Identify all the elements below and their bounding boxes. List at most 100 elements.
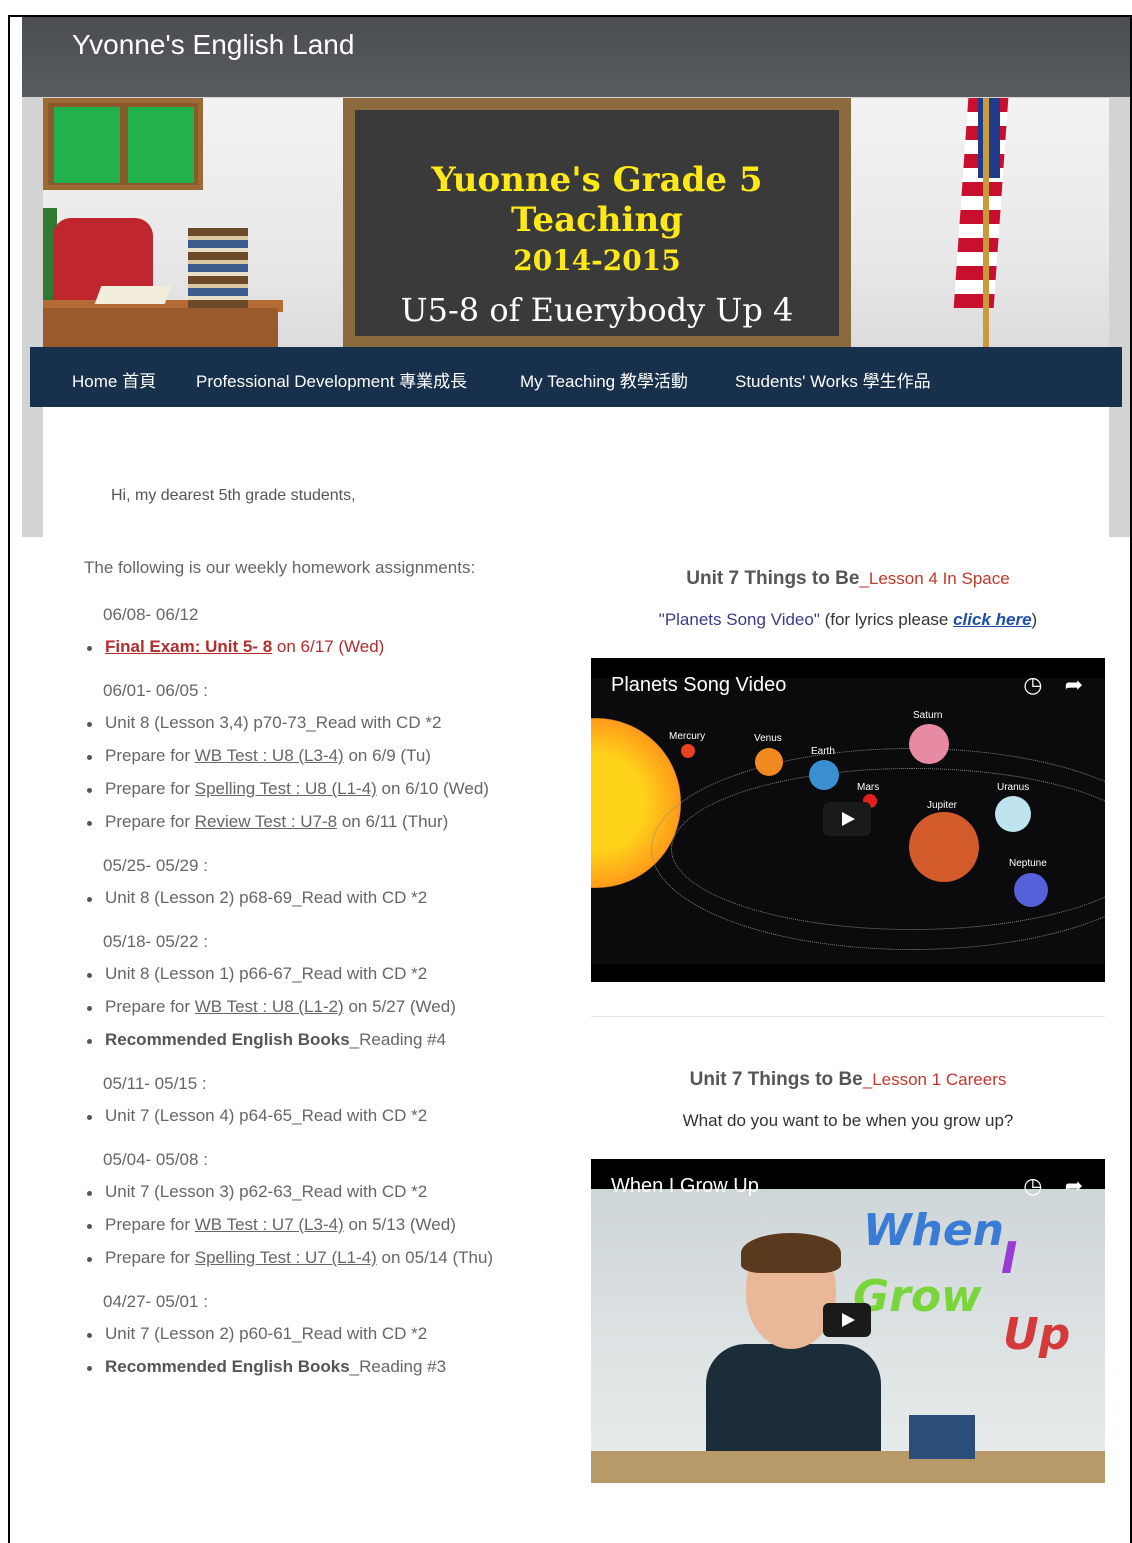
nav-students-works[interactable]: Students' Works 學生作品 [735,367,931,392]
video-word: I [1001,1233,1018,1284]
kid-hair [741,1233,841,1273]
nav-professional-development[interactable]: Professional Development 專業成長 [196,367,467,392]
planet-label: Earth [811,746,835,757]
planet-label: Venus [754,733,782,744]
window-pane [128,107,194,183]
week-date: 05/11- 05/15 : [103,1074,207,1093]
week-date: 06/08- 06/12 [103,605,199,624]
flag-pole [983,98,989,348]
banner-year: 2014-2015 [513,244,681,277]
banner-heading: Yuonne's Grade 5 Teaching [431,160,763,240]
week-date: 05/04- 05/08 : [103,1150,208,1169]
flag-canton [978,98,1000,178]
assignment-list: Unit 8 (Lesson 3,4) p70-73_Read with CD … [84,712,564,833]
table-illustration [591,1451,1105,1483]
assignment-prefix: Prepare for [105,779,195,798]
heading-unit: Unit 7 Things to Be [689,1069,863,1090]
video-title[interactable]: When I Grow Up [611,1175,759,1198]
planet-label: Saturn [913,710,943,721]
assignment-rest: _Reading #3 [349,1357,447,1376]
play-icon[interactable] [823,802,871,836]
assignment-due: on 6/9 (Tu) [343,746,431,765]
week-date: 06/01- 06/05 : [103,681,208,700]
list-item: Recommended English Books_Reading #3 [84,1356,564,1378]
week-block: 05/25- 05/29 : Unit 8 (Lesson 2) p68-69_… [84,855,564,909]
careers-question: What do you want to be when you grow up? [682,1111,1014,1130]
week-date: 04/27- 05/01 : [103,1292,208,1311]
assignment-due: on 6/10 (Wed) [376,779,489,798]
lesson4-heading: Unit 7 Things to Be_Lesson 4 In Space [591,568,1105,590]
share-icon[interactable]: ➦ [1065,672,1083,697]
lyrics-suffix: ) [1031,610,1038,629]
wb-test-link[interactable]: WB Test : U8 (L3-4) [195,746,344,765]
assignment-rest: _Reading #4 [349,1030,447,1049]
banner-subtitle: U5-8 of Euerybody Up 4 [400,291,794,329]
week-date: 05/25- 05/29 : [103,856,208,875]
assignment-list: Unit 7 (Lesson 3) p62-63_Read with CD *2… [84,1181,564,1269]
nav-my-teaching[interactable]: My Teaching 教學活動 [520,367,688,392]
assignment-due: on 05/14 (Thu) [376,1248,494,1267]
nav-home[interactable]: Home 首頁 [72,367,156,392]
list-item: Unit 7 (Lesson 2) p60-61_Read with CD *2 [84,1323,564,1345]
basket-illustration [909,1415,975,1459]
list-item: Prepare for Spelling Test : U7 (L1-4) on… [84,1247,564,1269]
final-exam-link[interactable]: Final Exam: Unit 5- 8 [105,637,272,656]
clock-icon[interactable]: ◷ [1023,672,1042,697]
homework-column: The following is our weekly homework ass… [84,558,564,1389]
grow-up-video-player[interactable]: When I Grow Up When I Grow Up ◷ ➦ [591,1159,1105,1483]
planet-mercury [681,744,695,758]
list-item: Recommended English Books_Reading #4 [84,1029,564,1051]
assignment-due: on 5/13 (Wed) [343,1215,456,1234]
heading-lesson: _Lesson 1 Careers [862,1070,1007,1089]
assignment-due: on 6/11 (Thur) [337,812,449,831]
chalkboard-surface: Yuonne's Grade 5 Teaching 2014-2015 U5-8… [355,110,839,336]
kid-illustration [701,1233,901,1464]
title-bar: Yvonne's English Land [22,17,1130,97]
planets-video-player[interactable]: Mercury Venus Earth Mars Jupiter Saturn … [591,658,1105,982]
lyrics-prefix: (for lyrics please [819,610,954,629]
assignment-prefix: Prepare for [105,746,195,765]
assignment-prefix: Prepare for [105,812,195,831]
planet-saturn [909,724,949,764]
assignment-list: Unit 8 (Lesson 2) p68-69_Read with CD *2 [84,887,564,909]
homework-intro: The following is our weekly homework ass… [84,558,476,577]
share-icon[interactable]: ➦ [1065,1173,1083,1198]
planet-label: Mercury [669,731,706,742]
planet-label: Neptune [1009,858,1047,869]
planet-label: Mars [857,782,880,793]
header-banner: Yuonne's Grade 5 Teaching 2014-2015 U5-8… [43,98,1109,348]
site-header: Yvonne's English Land Yuonne's Grade 5 T… [22,17,1130,537]
planet-uranus [995,796,1031,832]
lyrics-link[interactable]: click here [953,610,1031,629]
week-block: 05/11- 05/15 : Unit 7 (Lesson 4) p64-65_… [84,1073,564,1127]
lesson1-heading: Unit 7 Things to Be_Lesson 1 Careers [591,1069,1105,1091]
recommended-books-label: Recommended English Books [105,1030,350,1049]
site-title[interactable]: Yvonne's English Land [72,29,354,61]
video-actions: ◷ ➦ [1023,672,1083,698]
list-item: Final Exam: Unit 5- 8 on 6/17 (Wed) [84,636,564,658]
review-test-link[interactable]: Review Test : U7-8 [195,812,337,831]
week-date: 05/18- 05/22 : [103,932,208,951]
greeting-text: Hi, my dearest 5th grade students, [111,487,356,504]
lyrics-line: "Planets Song Video" (for lyrics please … [591,610,1105,630]
spelling-test-link[interactable]: Spelling Test : U7 (L1-4) [195,1248,377,1267]
assignment-list: Final Exam: Unit 5- 8 on 6/17 (Wed) [84,636,564,658]
heading-unit: Unit 7 Things to Be [686,568,860,589]
video-title[interactable]: Planets Song Video [611,674,786,697]
open-book-illustration [94,286,172,304]
assignment-list: Unit 7 (Lesson 2) p60-61_Read with CD *2… [84,1323,564,1378]
play-icon[interactable] [823,1303,871,1337]
clock-icon[interactable]: ◷ [1023,1173,1042,1198]
assignment-prefix: Prepare for [105,997,195,1016]
chalkboard: Yuonne's Grade 5 Teaching 2014-2015 U5-8… [343,98,851,348]
spelling-test-link[interactable]: Spelling Test : U8 (L1-4) [195,779,377,798]
list-item: Unit 7 (Lesson 4) p64-65_Read with CD *2 [84,1105,564,1127]
list-item: Prepare for WB Test : U8 (L1-2) on 5/27 … [84,996,564,1018]
kid-body [706,1344,881,1464]
wb-test-link[interactable]: WB Test : U8 (L1-2) [195,997,344,1016]
heading-lesson: _Lesson 4 In Space [859,569,1010,588]
planet-jupiter [909,812,979,882]
wb-test-link[interactable]: WB Test : U7 (L3-4) [195,1215,344,1234]
window-illustration [43,98,203,190]
list-item: Unit 8 (Lesson 1) p66-67_Read with CD *2 [84,963,564,985]
